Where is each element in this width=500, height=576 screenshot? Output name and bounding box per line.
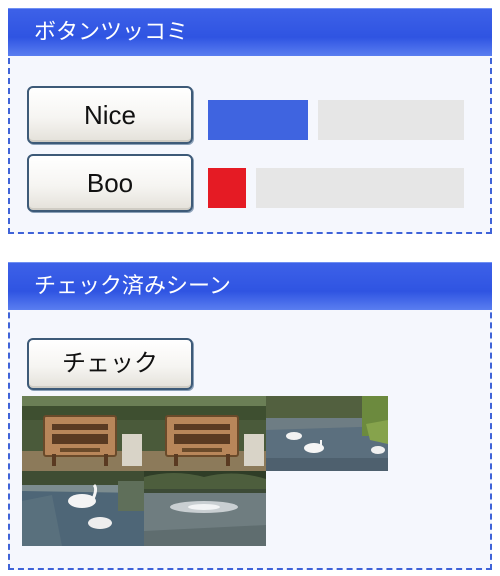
scene-thumbnail-5[interactable]	[144, 471, 266, 546]
panel-title: チェック済みシーン	[34, 274, 231, 299]
scene-thumbnail-1[interactable]	[22, 396, 144, 471]
boo-vote-bar	[208, 168, 246, 208]
scene-thumbnail-2[interactable]	[144, 396, 266, 471]
swan-boats-thumbnail	[22, 471, 144, 546]
checked-scenes-panel: チェック済みシーン チェック	[8, 262, 492, 570]
button-tsukkomi-panel: ボタンツッコミ Nice Boo	[8, 8, 492, 234]
pond-fountain-thumbnail	[144, 471, 266, 546]
scene-thumbnail-3[interactable]	[266, 396, 388, 471]
boo-vote-track	[256, 168, 464, 208]
scene-thumbnail-4[interactable]	[22, 471, 144, 546]
park-signboard-thumbnail	[22, 396, 144, 471]
check-button[interactable]: チェック	[27, 338, 193, 390]
nice-vote-bar	[208, 100, 308, 140]
nice-button[interactable]: Nice	[27, 86, 193, 144]
pond-swans-thumbnail	[266, 396, 388, 471]
nice-vote-track	[318, 100, 464, 140]
panel-header: チェック済みシーン	[8, 262, 492, 310]
park-signboard-thumbnail	[144, 396, 266, 471]
panel-header: ボタンツッコミ	[8, 8, 492, 56]
panel-title: ボタンツッコミ	[34, 20, 189, 45]
boo-button[interactable]: Boo	[27, 154, 193, 212]
